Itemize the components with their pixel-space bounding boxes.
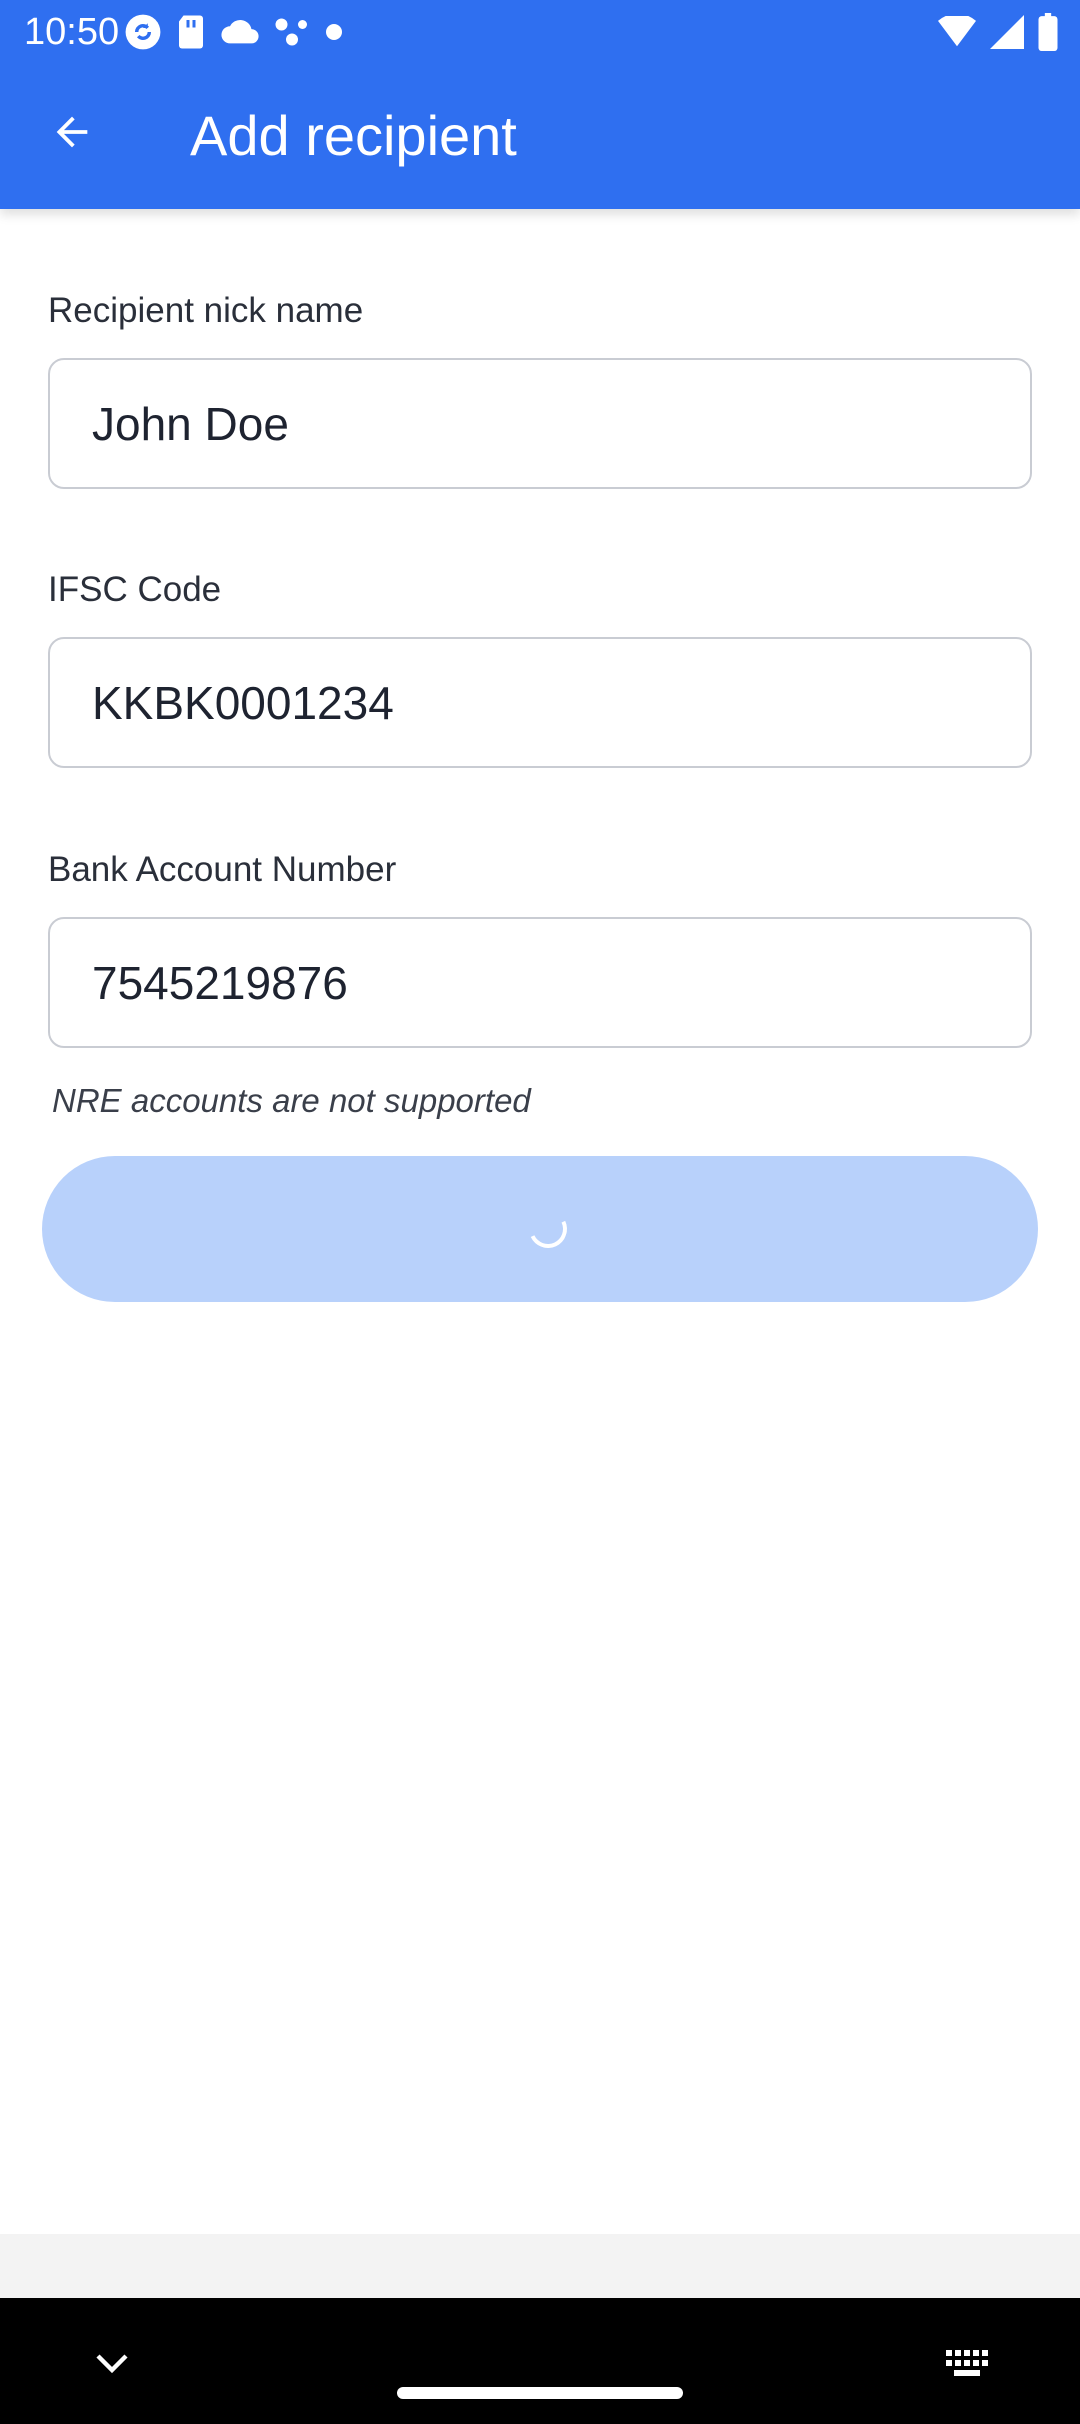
back-button[interactable] — [36, 96, 108, 168]
status-icons-right — [938, 12, 1058, 52]
nickname-label: Recipient nick name — [48, 291, 364, 330]
home-pill[interactable] — [397, 2387, 683, 2399]
status-bar: 10:50 — [0, 0, 1080, 64]
cloud-icon — [220, 17, 260, 47]
nickname-value: John Doe — [92, 397, 289, 450]
account-number-value: 7545219876 — [92, 956, 348, 1009]
status-time: 10:50 — [24, 11, 120, 53]
keyboard-icon[interactable] — [946, 2350, 988, 2376]
ifsc-label: IFSC Code — [48, 570, 222, 609]
dot-icon — [324, 22, 344, 42]
sync-icon — [124, 13, 162, 51]
sd-card-icon — [176, 14, 206, 50]
app-bar: 10:50 Add recipient — [0, 0, 1080, 209]
submit-button[interactable] — [42, 1156, 1038, 1302]
arrow-back-icon — [49, 109, 95, 155]
keyboard-top-strip — [0, 2234, 1080, 2298]
battery-icon — [1038, 13, 1058, 51]
chevron-down-icon[interactable] — [96, 2354, 128, 2374]
network-dots-icon — [274, 16, 310, 48]
account-number-field[interactable]: 7545219876 — [48, 917, 1032, 1048]
account-label: Bank Account Number — [48, 850, 397, 889]
navigation-bar — [0, 2298, 1080, 2424]
nre-hint-text: NRE accounts are not supported — [52, 1082, 531, 1119]
status-icons-left — [124, 12, 344, 52]
signal-icon — [990, 15, 1024, 49]
wifi-icon — [938, 16, 976, 48]
ifsc-value: KKBK0001234 — [92, 676, 394, 729]
ifsc-field[interactable]: KKBK0001234 — [48, 637, 1032, 768]
page-title: Add recipient — [190, 104, 517, 167]
spinner-icon — [523, 1204, 573, 1254]
nickname-field[interactable]: John Doe — [48, 358, 1032, 489]
